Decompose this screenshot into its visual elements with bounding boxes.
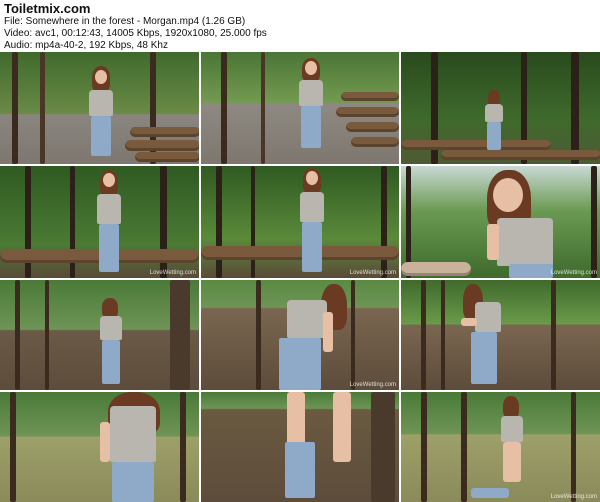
thumbnail-2 bbox=[201, 52, 399, 164]
thumbnail-10 bbox=[0, 392, 199, 502]
thumbnail-6: LoveWetting.com bbox=[401, 166, 600, 278]
thumbnail-5: LoveWetting.com bbox=[201, 166, 399, 278]
thumbnail-3 bbox=[401, 52, 600, 164]
thumbnail-7 bbox=[0, 280, 199, 390]
thumbnail-1 bbox=[0, 52, 199, 164]
person bbox=[497, 396, 527, 498]
watermark: LoveWetting.com bbox=[550, 270, 597, 276]
watermark: LoveWetting.com bbox=[149, 270, 196, 276]
person bbox=[297, 168, 327, 274]
person bbox=[277, 284, 355, 390]
person bbox=[100, 392, 166, 502]
thumbnail-9 bbox=[401, 280, 600, 390]
thumbnail-11 bbox=[201, 392, 399, 502]
thumbnail-grid: LoveWetting.com LoveWetting.com LoveWett… bbox=[0, 52, 600, 502]
person bbox=[84, 66, 118, 158]
watermark: LoveWetting.com bbox=[349, 270, 396, 276]
person bbox=[96, 298, 126, 386]
audio-info-line: Audio: mp4a-40-2, 192 Kbps, 48 Khz bbox=[4, 40, 168, 51]
person bbox=[295, 58, 327, 150]
site-title: Toiletmix.com bbox=[4, 1, 91, 16]
thumbnail-12: LoveWetting.com bbox=[401, 392, 600, 502]
person bbox=[479, 170, 561, 278]
video-info-line: Video: avc1, 00:12:43, 14005 Kbps, 1920x… bbox=[4, 28, 267, 39]
person bbox=[483, 90, 505, 152]
file-info-line: File: Somewhere in the forest - Morgan.m… bbox=[4, 16, 246, 27]
watermark: LoveWetting.com bbox=[550, 494, 597, 500]
file-info-header: Toiletmix.com File: Somewhere in the for… bbox=[0, 0, 600, 52]
watermark: LoveWetting.com bbox=[349, 382, 396, 388]
person bbox=[94, 170, 124, 274]
thumbnail-4: LoveWetting.com bbox=[0, 166, 199, 278]
thumbnail-8: LoveWetting.com bbox=[201, 280, 399, 390]
person bbox=[281, 392, 361, 502]
person bbox=[459, 284, 505, 386]
